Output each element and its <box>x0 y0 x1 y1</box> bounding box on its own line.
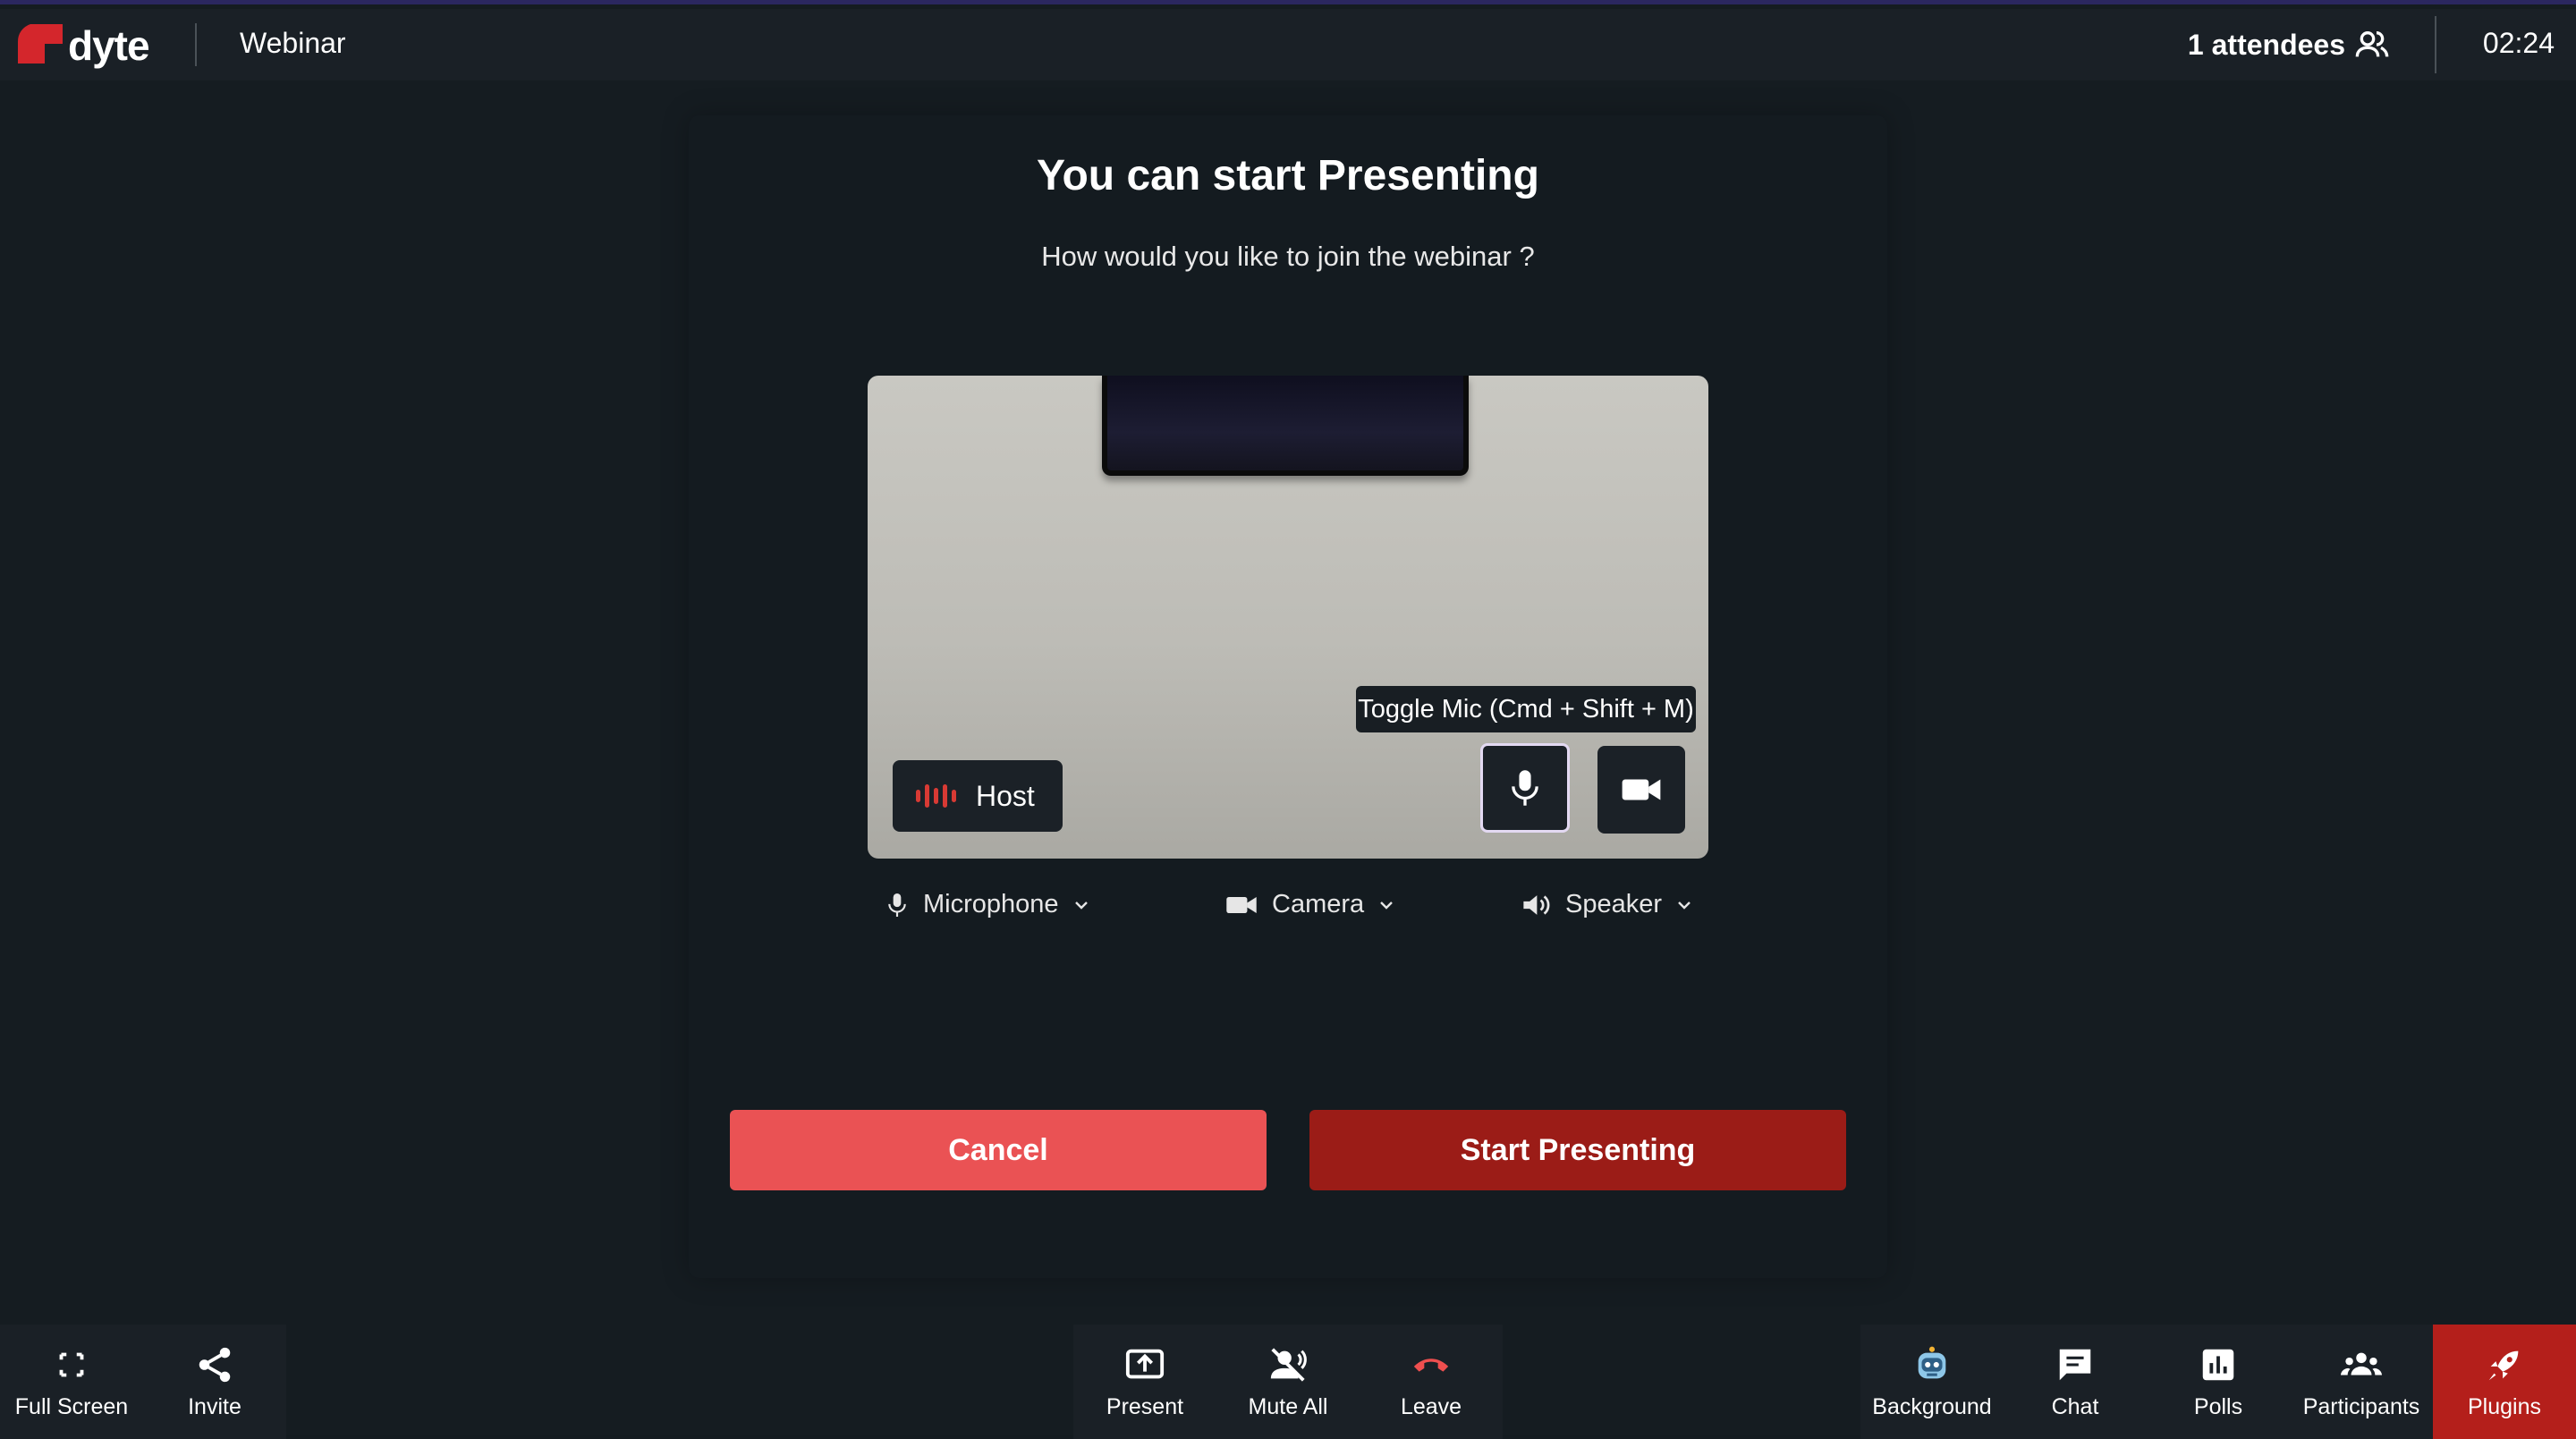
microphone-label: Microphone <box>923 890 1059 918</box>
logo-mark-icon <box>17 24 64 63</box>
chevron-down-icon <box>1678 901 1690 910</box>
toolbar-right: Background Chat Polls Participants Plugi… <box>1860 1325 2576 1439</box>
toggle-mic-button[interactable] <box>1480 743 1570 833</box>
chat-button[interactable]: Chat <box>2004 1325 2147 1439</box>
audio-level-icon <box>916 784 956 808</box>
cancel-button[interactable]: Cancel <box>730 1110 1267 1190</box>
toolbar-left: Full Screen Invite <box>0 1325 286 1439</box>
leave-label: Leave <box>1400 1393 1462 1419</box>
preview-scene-object <box>1102 376 1469 476</box>
microphone-icon <box>1512 770 1538 806</box>
meeting-title: Webinar <box>240 27 346 59</box>
camera-label: Camera <box>1272 890 1365 918</box>
participants-label: Participants <box>2302 1393 2420 1419</box>
chat-label: Chat <box>2051 1393 2099 1419</box>
plugins-button[interactable]: Plugins <box>2433 1325 2576 1439</box>
toolbar-center: Present Mute All Leave <box>1073 1325 1503 1439</box>
chevron-down-icon <box>1074 901 1088 910</box>
leave-call-icon <box>1413 1358 1449 1372</box>
participants-button[interactable]: Participants <box>2290 1325 2433 1439</box>
attendees-count[interactable]: 1 attendees <box>2188 27 2390 63</box>
mic-tooltip: Toggle Mic (Cmd + Shift + M) <box>1356 686 1696 732</box>
share-icon <box>199 1347 231 1382</box>
header-divider-right <box>2435 16 2436 73</box>
invite-label: Invite <box>188 1393 242 1419</box>
panel-subtitle: How would you like to join the webinar ? <box>1041 241 1535 272</box>
microphone-select[interactable]: Microphone <box>886 890 1089 919</box>
app-window: dyte Webinar 1 attendees 02:24 You can s… <box>0 0 2576 1439</box>
panel-title: You can start Presenting <box>1037 152 1539 199</box>
present-icon <box>1125 1349 1165 1378</box>
toggle-camera-button[interactable] <box>1597 746 1685 834</box>
fullscreen-label: Full Screen <box>14 1393 129 1419</box>
background-button[interactable]: Background <box>1860 1325 2004 1439</box>
header-bar: dyte Webinar 1 attendees 02:24 <box>0 9 2576 80</box>
host-label: Host <box>976 779 1035 812</box>
speaker-label: Speaker <box>1565 890 1663 918</box>
polls-icon <box>2202 1349 2234 1380</box>
dyte-logo: dyte <box>14 21 150 70</box>
leave-button[interactable]: Leave <box>1360 1325 1503 1439</box>
host-name-tag: Host <box>893 760 1063 832</box>
polls-label: Polls <box>2193 1393 2243 1419</box>
invite-button[interactable]: Invite <box>143 1325 286 1439</box>
background-robot-icon <box>1918 1346 1946 1378</box>
chevron-down-icon <box>1380 901 1394 910</box>
mute-all-button[interactable]: Mute All <box>1216 1325 1360 1439</box>
camera-preview: Host <box>868 376 1708 859</box>
speaker-select[interactable]: Speaker <box>1521 890 1692 919</box>
video-camera-icon <box>1622 779 1661 800</box>
plugins-label: Plugins <box>2468 1393 2541 1419</box>
speaker-icon <box>1523 894 1550 915</box>
video-camera-icon <box>1226 896 1257 913</box>
present-button[interactable]: Present <box>1073 1325 1216 1439</box>
logo-text: dyte <box>68 22 150 69</box>
header-divider <box>195 23 197 66</box>
attendees-icon <box>2355 31 2389 57</box>
polls-button[interactable]: Polls <box>2147 1325 2290 1439</box>
present-label: Present <box>1106 1393 1184 1419</box>
rocket-icon <box>2488 1350 2519 1380</box>
fullscreen-icon <box>59 1352 84 1376</box>
mute-all-label: Mute All <box>1248 1393 1328 1419</box>
participants-icon <box>2341 1352 2382 1375</box>
meeting-clock: 02:24 <box>2482 27 2555 59</box>
background-label: Background <box>1872 1393 1992 1419</box>
camera-select[interactable]: Camera <box>1225 890 1394 919</box>
start-presenting-button[interactable]: Start Presenting <box>1309 1110 1846 1190</box>
attendees-label: 1 attendees <box>2187 28 2345 61</box>
microphone-icon <box>888 893 906 917</box>
chat-icon <box>2059 1349 2091 1380</box>
mute-all-icon <box>1270 1347 1307 1382</box>
fullscreen-button[interactable]: Full Screen <box>0 1325 143 1439</box>
